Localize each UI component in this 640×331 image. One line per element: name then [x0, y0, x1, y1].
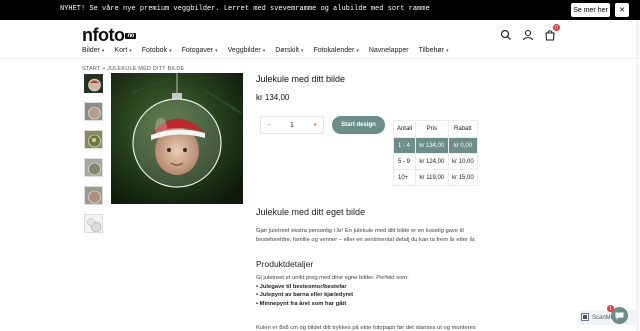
breadcrumb: START » JULEKULE MED DITT BILDE — [82, 66, 184, 72]
scanner-icon — [581, 312, 589, 323]
details-cutoff-text: Kulen er 8x8 cm og bildet ditt trykkes p… — [256, 325, 476, 331]
nav-item-navnelapper[interactable]: Navnelapper — [369, 47, 409, 54]
column-header: Pris — [414, 120, 449, 138]
logo[interactable]: nfoto no — [82, 25, 136, 46]
nav-label: Tilbehør — [418, 47, 444, 54]
description-title: Julekule med ditt eget bilde — [256, 207, 366, 217]
thumbnail-1[interactable] — [84, 74, 103, 93]
column-header: Antall — [393, 120, 416, 138]
nav-item-bilder[interactable]: Bilder ▾ — [82, 47, 104, 54]
nav-item-dorskilt[interactable]: Dørskilt ▾ — [275, 47, 303, 54]
chevron-down-icon: ▾ — [356, 47, 359, 54]
chat-badge: 1 — [607, 305, 614, 312]
user-icon[interactable] — [522, 28, 534, 41]
product-title: Julekule med ditt bilde — [256, 74, 346, 84]
nav-label: Navnelapper — [368, 47, 409, 54]
nav-label: Veggbilder — [227, 47, 261, 54]
table-cell: kr 134,00 — [414, 137, 449, 154]
chevron-down-icon: ▾ — [445, 47, 449, 54]
table-cell: 5 - 9 — [393, 153, 416, 170]
thumbnail-3[interactable] — [84, 130, 103, 149]
increase-quantity-button[interactable]: + — [307, 117, 323, 133]
nav-label: Fotobok — [141, 47, 168, 54]
search-icon[interactable] — [500, 28, 512, 40]
close-icon[interactable]: ✕ — [615, 3, 629, 17]
price-table-header: Antall Pris Rabatt — [393, 120, 479, 138]
nav-item-fotobok[interactable]: Fotobok ▾ — [142, 47, 172, 54]
nav-item-kort[interactable]: Kort ▾ — [114, 47, 131, 54]
nav-label: Dørskilt — [275, 47, 299, 54]
thumbnail-4[interactable] — [84, 158, 103, 177]
nav-label: Kort — [114, 47, 128, 54]
thumbnail-6[interactable] — [84, 214, 103, 233]
logo-text: nfoto — [82, 25, 125, 45]
cart-count-badge: 0 — [553, 24, 560, 31]
table-row: 5 - 9 kr 124,00 kr 10,00 — [393, 153, 479, 170]
quantity-stepper: - 1 + — [260, 116, 324, 134]
announcement-message: NYHET! Se våre nye premium veggbilder. L… — [60, 5, 430, 13]
nav-item-fotogaver[interactable]: Fotogaver ▾ — [182, 47, 218, 54]
nav-item-tilbehor[interactable]: Tilbehør ▾ — [419, 47, 449, 54]
details-title: Produktdetaljer — [256, 259, 314, 269]
chevron-down-icon: ▾ — [169, 47, 172, 54]
nav-label: Bilder — [82, 47, 100, 54]
details-bullet: • Julepynt av barna eller kjæledyret — [256, 292, 354, 298]
table-row: 10+ kr 119,00 kr 15,00 — [393, 169, 479, 186]
description-body: Gjør juletreet ekstra personlig i år! En… — [256, 228, 477, 243]
thumbnail-2[interactable] — [84, 102, 103, 121]
main-product-image[interactable] — [111, 73, 243, 204]
nav-label: Fotokalender — [313, 47, 355, 54]
table-cell: kr 15,00 — [447, 169, 479, 186]
decrease-quantity-button[interactable]: - — [261, 117, 277, 133]
table-cell: kr 10,00 — [447, 153, 479, 170]
nav-item-fotokalender[interactable]: Fotokalender ▾ — [313, 47, 358, 54]
chevron-down-icon: ▾ — [262, 47, 266, 54]
nav-label: Fotogaver — [181, 47, 214, 54]
main-nav: Bilder ▾ Kort ▾ Fotobok ▾ Fotogaver ▾ Veggbi… — [82, 47, 449, 54]
table-row: 1 - 4 kr 134,00 kr 0,00 — [393, 137, 479, 154]
product-price: kr 134,00 — [256, 93, 290, 102]
table-cell: 10+ — [393, 169, 416, 186]
cart-icon[interactable]: 0 — [544, 24, 560, 41]
breadcrumb-current: JULEKULE MED DITT BILDE — [107, 66, 185, 72]
details-body: Gi juletreet et unikt preg med dine egne… — [256, 274, 481, 308]
breadcrumb-home[interactable]: START — [82, 66, 100, 72]
thumbnail-5[interactable] — [84, 186, 103, 205]
chevron-down-icon: ▾ — [129, 47, 132, 54]
chevron-down-icon: ▾ — [300, 47, 304, 54]
details-intro: Gi juletreet et unikt preg med dine egne… — [256, 275, 409, 281]
start-design-button[interactable]: Start design — [332, 116, 385, 134]
details-bullet: • Julegave til besteomor/bestefar — [256, 283, 347, 290]
nav-item-veggbilder[interactable]: Veggbilder ▾ — [228, 47, 266, 54]
quantity-input[interactable]: 1 — [277, 122, 307, 129]
price-table: Antall Pris Rabatt 1 - 4 kr 134,00 kr 0,… — [393, 120, 479, 186]
column-header: Rabatt — [447, 120, 479, 138]
scrollbar[interactable] — [636, 20, 639, 331]
announcement-bar: NYHET! Se våre nye premium veggbilder. L… — [0, 0, 640, 20]
nav-divider — [0, 58, 640, 59]
site-header: nfoto no 0 — [0, 20, 640, 68]
chevron-down-icon: ▾ — [101, 47, 105, 54]
table-cell: 1 - 4 — [393, 137, 416, 154]
thumbnail-list — [84, 74, 103, 233]
table-cell: kr 119,00 — [414, 169, 449, 186]
table-cell: kr 124,00 — [414, 153, 449, 170]
breadcrumb-separator: » — [102, 66, 106, 72]
table-cell: kr 0,00 — [447, 137, 479, 154]
details-bullet: • Minnepynt fra året som har gått — [256, 300, 347, 307]
chevron-down-icon: ▾ — [215, 47, 218, 54]
see-more-button[interactable]: Se mer her — [571, 3, 610, 17]
logo-suffix: no — [125, 33, 136, 40]
